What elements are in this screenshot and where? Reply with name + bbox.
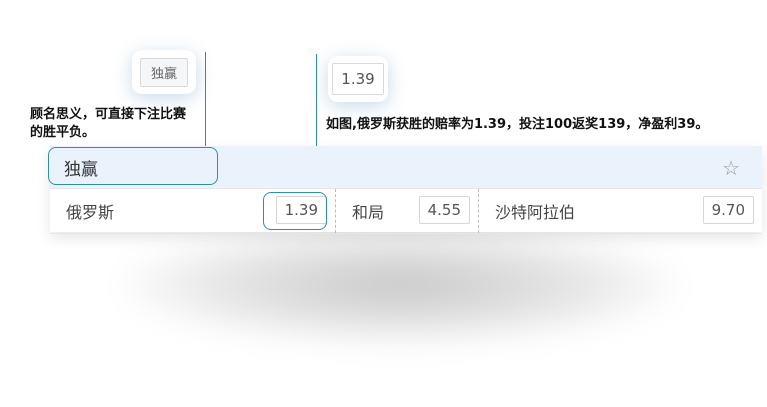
outcome-name: 沙特阿拉伯 xyxy=(495,203,576,222)
outcome-name: 和局 xyxy=(352,203,385,222)
outcome-saudi-arabia[interactable]: 沙特阿拉伯 9.70 xyxy=(478,189,762,233)
market-explanation-line2: 的胜平负。 xyxy=(30,125,96,140)
market-explanation-note: 顾名思义，可直接下注比赛 的胜平负。 xyxy=(30,106,186,142)
market-name-callout: 独赢 xyxy=(132,50,196,94)
market-name-leader-line xyxy=(205,52,206,148)
russia-odds-highlight xyxy=(263,192,327,230)
odds-chip: 1.39 xyxy=(332,63,384,95)
odds-callout: 1.39 xyxy=(328,56,388,102)
market-explanation-line1: 顾名思义，可直接下注比赛 xyxy=(30,107,187,122)
outcome-name: 俄罗斯 xyxy=(66,203,115,222)
decorative-shadow xyxy=(120,225,680,345)
tutorial-stage: 独赢 顾名思义，可直接下注比赛 的胜平负。 1.39 如图,俄罗斯获胜的赔率为1… xyxy=(0,0,767,407)
market-name-chip: 独赢 xyxy=(139,57,188,87)
outcomes-row: 俄罗斯 1.39 和局 4.55 沙特阿拉伯 9.70 xyxy=(50,188,762,234)
star-outline-icon[interactable]: ☆ xyxy=(722,156,740,180)
outcome-draw[interactable]: 和局 4.55 xyxy=(335,189,478,233)
odds-button-draw[interactable]: 4.55 xyxy=(418,196,470,224)
odds-button-saudi-arabia[interactable]: 9.70 xyxy=(702,196,754,224)
odds-explanation-note: 如图,俄罗斯获胜的赔率为1.39，投注100返奖139，净盈利39。 xyxy=(326,117,709,132)
market-title-highlight xyxy=(48,147,218,185)
